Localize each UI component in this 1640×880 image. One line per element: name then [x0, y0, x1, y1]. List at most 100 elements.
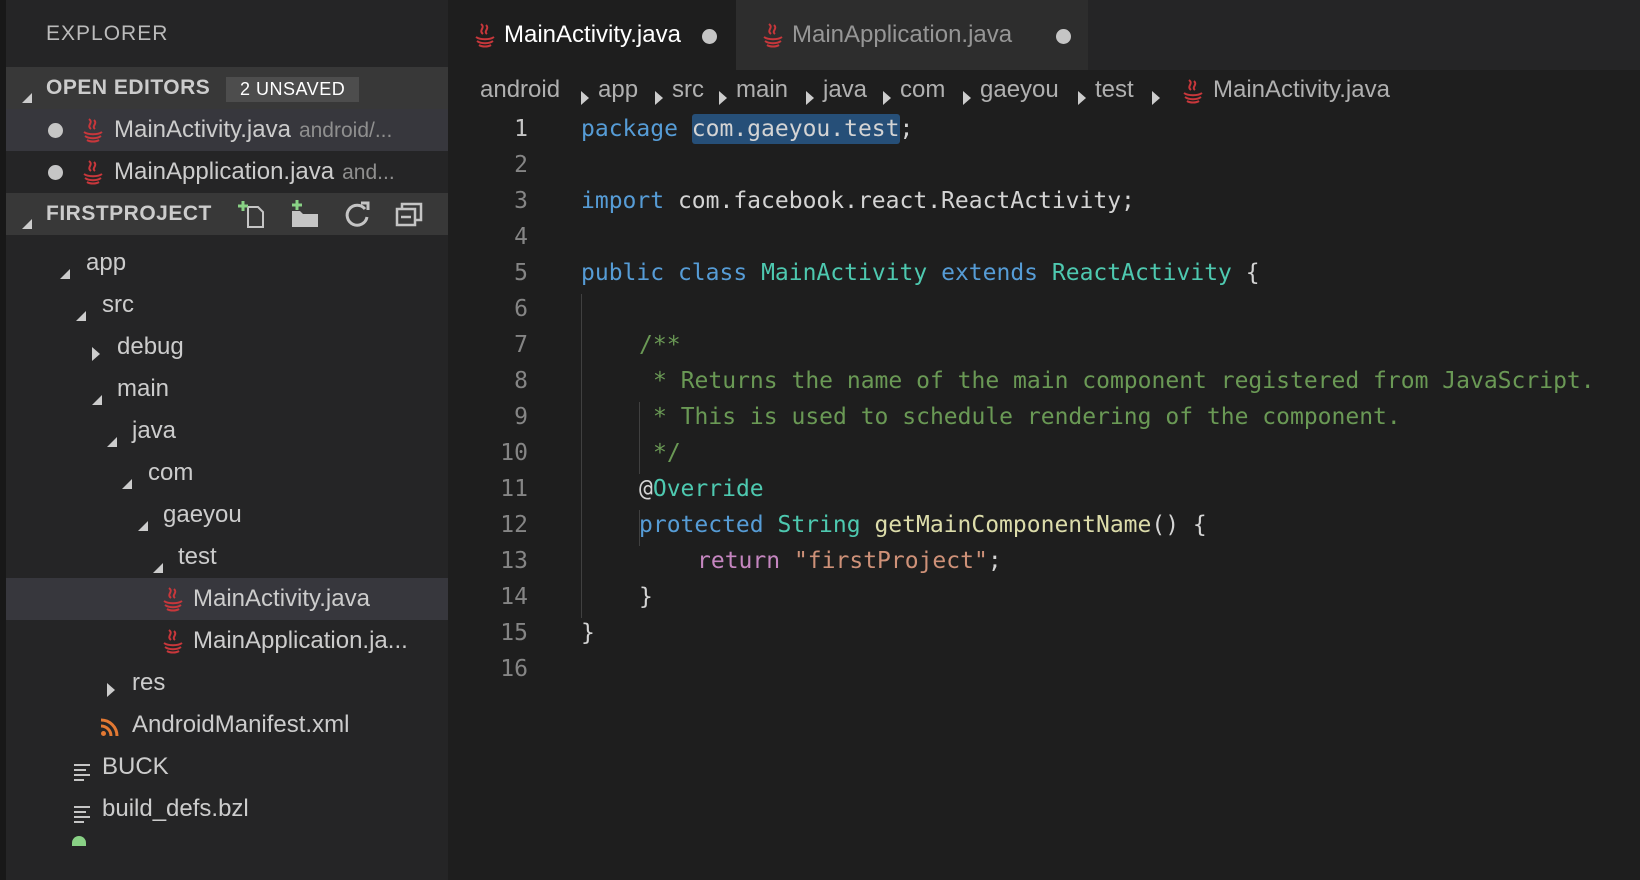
java-file-icon — [472, 22, 498, 57]
explorer-title: EXPLORER — [46, 22, 169, 45]
chevron-down-icon — [107, 426, 117, 454]
unsaved-dot-icon[interactable] — [1056, 29, 1071, 44]
tree-label: test — [178, 543, 217, 570]
chevron-down-icon — [92, 384, 102, 412]
chevron-right-icon — [581, 84, 589, 112]
tree-label: BUCK — [102, 753, 169, 780]
tree-folder-com[interactable]: com — [6, 452, 448, 494]
open-editors-label: OPEN EDITORS — [46, 76, 211, 99]
collapse-all-icon[interactable] — [392, 197, 426, 231]
code-line: 1 package com.gaeyou.test; — [448, 112, 1640, 148]
tree-folder-debug[interactable]: debug — [6, 326, 448, 368]
open-editor-item[interactable]: MainApplication.java and... — [6, 151, 448, 193]
tab-label: MainApplication.java — [792, 21, 1013, 48]
code-token: MainActivity — [761, 260, 928, 286]
code-token: ; — [899, 116, 914, 142]
code-line: 10 */ — [448, 436, 1640, 472]
java-file-icon — [1180, 78, 1206, 113]
line-number: 9 — [514, 404, 528, 430]
tree-label: com — [148, 459, 194, 486]
java-file-icon — [80, 117, 106, 152]
breadcrumb-item[interactable]: gaeyou — [980, 76, 1059, 104]
chevron-down-icon — [122, 468, 132, 496]
tree-folder-app[interactable]: app — [6, 242, 448, 284]
tree-folder-src[interactable]: src — [6, 284, 448, 326]
code-line: 15 } — [448, 616, 1640, 652]
code-line: 14 } — [448, 580, 1640, 616]
open-editor-path: android/... — [298, 119, 393, 142]
breadcrumb-item[interactable]: com — [900, 76, 945, 104]
rss-xml-icon — [100, 716, 120, 744]
code-token: "firstProject" — [793, 548, 988, 574]
chevron-down-icon — [138, 510, 148, 538]
tree-folder-java[interactable]: java — [6, 410, 448, 452]
breadcrumb-item[interactable]: src — [672, 76, 704, 104]
chevron-down-icon — [22, 209, 32, 235]
code-token: package — [581, 116, 678, 142]
code-token: } — [639, 584, 653, 610]
tab-label: MainActivity.java — [504, 21, 681, 48]
new-folder-icon[interactable] — [288, 197, 322, 231]
tree-folder-res[interactable]: res — [6, 662, 448, 704]
tree-label: main — [117, 375, 170, 402]
refresh-icon[interactable] — [340, 197, 374, 231]
open-editor-filename: MainActivity.java — [114, 116, 291, 143]
line-number: 3 — [514, 188, 528, 214]
tree-file-buck[interactable]: BUCK — [6, 746, 448, 788]
unsaved-dot-icon[interactable] — [702, 29, 717, 44]
breadcrumb-item[interactable]: MainActivity.java — [1213, 76, 1390, 104]
tree-folder-test[interactable]: test — [6, 536, 448, 578]
tree-label: res — [132, 669, 166, 696]
chevron-right-icon — [883, 84, 891, 112]
tab-mainapplication[interactable]: MainApplication.java — [736, 0, 1088, 70]
tree-file-build-defs[interactable]: build_defs.bzl — [6, 788, 448, 830]
code-line: 2 — [448, 148, 1640, 184]
selection-highlight: com.gaeyou.test — [691, 114, 900, 144]
breadcrumb-item[interactable]: test — [1095, 76, 1134, 104]
unsaved-badge: 2 UNSAVED — [226, 77, 360, 102]
code-line: 8 * Returns the name of the main compone… — [448, 364, 1640, 400]
line-number: 13 — [500, 548, 528, 574]
breadcrumb-item[interactable]: app — [598, 76, 638, 104]
line-number: 5 — [514, 260, 528, 286]
open-editors-header[interactable]: OPEN EDITORS 2 UNSAVED — [6, 67, 448, 109]
code-token: String — [777, 512, 861, 538]
unsaved-dot-icon[interactable] — [48, 123, 63, 138]
open-editor-filename: MainApplication.java — [114, 158, 335, 185]
code-line: 4 — [448, 220, 1640, 256]
tree-label: MainApplication.ja... — [193, 627, 408, 654]
breadcrumb-item[interactable]: android — [480, 76, 560, 104]
tree-folder-gaeyou[interactable]: gaeyou — [6, 494, 448, 536]
code-comment: */ — [653, 440, 681, 466]
tree-file-mainapplication[interactable]: MainApplication.ja... — [6, 620, 448, 662]
line-number: 16 — [500, 656, 528, 682]
tree-label: build_defs.bzl — [102, 795, 249, 822]
tree-label: gaeyou — [163, 501, 242, 528]
code-token: protected — [639, 512, 764, 538]
code-comment: * Returns the name of the main component… — [653, 368, 1595, 394]
line-number: 14 — [500, 584, 528, 610]
chevron-down-icon — [153, 552, 163, 580]
line-number: 7 — [514, 332, 528, 358]
tree-file-mainactivity[interactable]: MainActivity.java — [6, 578, 448, 620]
unsaved-dot-icon[interactable] — [48, 165, 63, 180]
project-folder-header[interactable]: FIRSTPROJECT — [6, 193, 448, 235]
code-comment: /** — [639, 332, 681, 358]
line-number: 11 — [500, 476, 528, 502]
code-line: 6 — [448, 292, 1640, 328]
chevron-right-icon — [655, 84, 663, 112]
new-file-icon[interactable] — [236, 197, 270, 231]
code-line: 7 /** — [448, 328, 1640, 364]
code-comment: * This is used to schedule rendering of … — [653, 404, 1401, 430]
tree-folder-main[interactable]: main — [6, 368, 448, 410]
breadcrumb-item[interactable]: main — [736, 76, 788, 104]
breadcrumb-item[interactable]: java — [823, 76, 867, 104]
code-line: 12 protected String getMainComponentName… — [448, 508, 1640, 544]
tree-file-androidmanifest[interactable]: AndroidManifest.xml — [6, 704, 448, 746]
tab-mainactivity[interactable]: MainActivity.java — [448, 0, 736, 70]
code-line: 3 import com.facebook.react.ReactActivit… — [448, 184, 1640, 220]
code-token: { — [1231, 260, 1260, 286]
editor-area: MainActivity.java MainApplication.java a… — [448, 0, 1640, 880]
open-editor-item[interactable]: MainActivity.java android/... — [6, 109, 448, 151]
tree-label: AndroidManifest.xml — [132, 711, 350, 738]
